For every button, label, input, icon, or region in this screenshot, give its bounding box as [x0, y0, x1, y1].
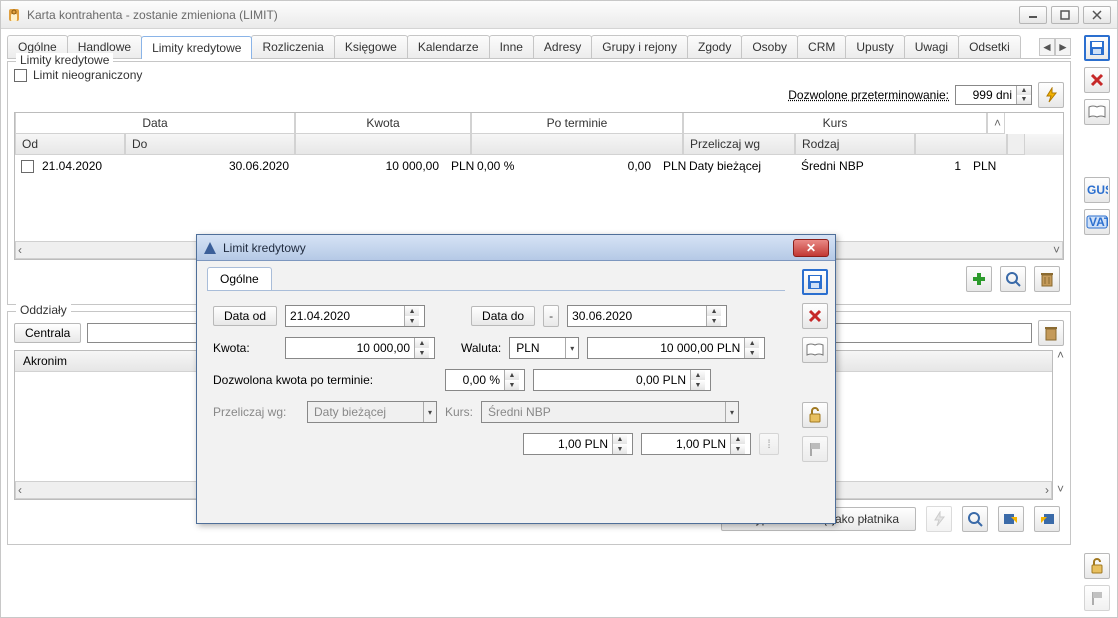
data-do-label-button[interactable]: Data do	[471, 306, 535, 326]
col-group-kurs: Kurs	[683, 113, 987, 134]
add-button[interactable]	[966, 266, 992, 292]
przeliczaj-label: Przeliczaj wg:	[213, 405, 299, 419]
data-do-clear-button[interactable]: -	[543, 305, 559, 327]
col-przeliczaj[interactable]: Przeliczaj wg	[683, 134, 795, 155]
side-book-button[interactable]	[1084, 99, 1110, 125]
link-out-button[interactable]	[1034, 506, 1060, 532]
maximize-button[interactable]	[1051, 6, 1079, 24]
tab-grupy[interactable]: Grupy i rejony	[591, 35, 688, 58]
app-icon	[7, 8, 21, 22]
tab-osoby[interactable]: Osoby	[741, 35, 798, 58]
minimize-button[interactable]	[1019, 6, 1047, 24]
tab-limity-kredytowe[interactable]: Limity kredytowe	[141, 36, 252, 59]
przeterm-input[interactable]	[956, 86, 1016, 104]
tab-upusty[interactable]: Upusty	[845, 35, 904, 58]
side-gus-button[interactable]: GUS	[1084, 177, 1110, 203]
tab-odsetki[interactable]: Odsetki	[958, 35, 1021, 58]
svg-text:GUS: GUS	[1087, 183, 1108, 197]
tab-uwagi[interactable]: Uwagi	[904, 35, 959, 58]
main-window: Karta kontrahenta - zostanie zmieniona (…	[0, 0, 1118, 618]
tab-crm[interactable]: CRM	[797, 35, 846, 58]
dialog-cancel-button[interactable]	[802, 303, 828, 329]
waluta-label: Waluta:	[461, 341, 501, 355]
search-button[interactable]	[1000, 266, 1026, 292]
dialog-titlebar[interactable]: Limit kredytowy ✕	[197, 235, 835, 261]
kwota-input[interactable]: ▲▼	[285, 337, 435, 359]
dialog-tab-ogolne[interactable]: Ogólne	[207, 267, 272, 290]
dozw-label: Dozwolona kwota po terminie:	[213, 373, 437, 387]
tab-kalendarze[interactable]: Kalendarze	[407, 35, 490, 58]
col-group-kwota: Kwota	[295, 113, 471, 134]
tabs-scroll-left[interactable]: ◄	[1039, 38, 1055, 56]
link-in-button[interactable]	[998, 506, 1024, 532]
tabs-scroll-right[interactable]: ►	[1055, 38, 1071, 56]
window-title: Karta kontrahenta - zostanie zmieniona (…	[27, 8, 278, 22]
dozw-val-input[interactable]: ▲▼	[533, 369, 711, 391]
kwota-label: Kwota:	[213, 341, 277, 355]
waluta-value-input[interactable]: ▲▼	[587, 337, 765, 359]
kurs-select: Średni NBP▾	[481, 401, 739, 423]
rate1-input[interactable]: ▲▼	[523, 433, 633, 455]
svg-text:VAT: VAT	[1089, 215, 1108, 229]
side-vat-button[interactable]: VAT	[1084, 209, 1110, 235]
dialog-lock-button[interactable]	[802, 402, 828, 428]
col-rodzaj[interactable]: Rodzaj	[795, 134, 915, 155]
dialog-app-icon	[203, 241, 217, 255]
tab-rozliczenia[interactable]: Rozliczenia	[251, 35, 334, 58]
data-od-label-button[interactable]: Data od	[213, 306, 277, 326]
side-flag-button	[1084, 585, 1110, 611]
tab-inne[interactable]: Inne	[489, 35, 534, 58]
side-lock-button[interactable]	[1084, 553, 1110, 579]
dialog-flag-button	[802, 436, 828, 462]
limits-group-title: Limity kredytowe	[16, 53, 113, 67]
przeliczaj-select: Daty bieżącej▾	[307, 401, 437, 423]
oddzialy-delete-button[interactable]	[1038, 320, 1064, 346]
dialog-close-button[interactable]: ✕	[793, 239, 829, 257]
spin-down-icon[interactable]: ▼	[1017, 95, 1031, 104]
table-row[interactable]: 21.04.2020 30.06.2020 10 000,00 PLN 0,00…	[15, 155, 1063, 177]
dialog-book-button[interactable]	[802, 337, 828, 363]
kurs-label: Kurs:	[445, 405, 473, 419]
col-do[interactable]: Do	[125, 134, 295, 155]
tab-ksiegowe[interactable]: Księgowe	[334, 35, 408, 58]
bolt-button[interactable]	[1038, 82, 1064, 108]
search-button-2[interactable]	[962, 506, 988, 532]
tab-zgody[interactable]: Zgody	[687, 35, 742, 58]
col-od[interactable]: Od	[15, 134, 125, 155]
bolt-button-2[interactable]	[926, 506, 952, 532]
row-checkbox[interactable]	[21, 160, 34, 173]
delete-button[interactable]	[1034, 266, 1060, 292]
przeterm-spinner[interactable]: ▲▼	[955, 85, 1032, 105]
data-do-input[interactable]: ▲▼	[567, 305, 727, 327]
unlimited-checkbox[interactable]: Limit nieograniczony	[14, 68, 1064, 82]
close-button[interactable]	[1083, 6, 1111, 24]
dozw-pct-input[interactable]: ▲▼	[445, 369, 525, 391]
data-od-input[interactable]: ▲▼	[285, 305, 425, 327]
checkbox-icon	[14, 69, 27, 82]
centrala-button[interactable]: Centrala	[14, 323, 81, 343]
tabbar: Ogólne Handlowe Limity kredytowe Rozlicz…	[7, 35, 1071, 59]
akronim-scroll-up[interactable]: ˄	[1057, 348, 1064, 366]
side-cancel-button[interactable]	[1084, 67, 1110, 93]
col-group-poterminie: Po terminie	[471, 113, 683, 134]
dialog-save-button[interactable]	[802, 269, 828, 295]
przeterm-label: Dozwolone przeterminowanie:	[788, 88, 949, 102]
dialog-title: Limit kredytowy	[223, 241, 306, 255]
limit-dialog: Limit kredytowy ✕ Ogólne Data od ▲▼ Data…	[196, 234, 836, 524]
waluta-select[interactable]: PLN▾	[509, 337, 579, 359]
titlebar: Karta kontrahenta - zostanie zmieniona (…	[1, 1, 1117, 29]
oddzialy-title: Oddziały	[16, 303, 71, 317]
tab-adresy[interactable]: Adresy	[533, 35, 592, 58]
grid-scroll-up[interactable]: ˄	[987, 113, 1005, 134]
spin-up-icon[interactable]: ▲	[1017, 86, 1031, 95]
akronim-scroll-down[interactable]: ˅	[1057, 482, 1064, 500]
col-group-data: Data	[15, 113, 295, 134]
unlimited-label: Limit nieograniczony	[33, 68, 142, 82]
rate-extra-button: ⁞	[759, 433, 779, 455]
rate2-input[interactable]: ▲▼	[641, 433, 751, 455]
side-save-button[interactable]	[1084, 35, 1110, 61]
